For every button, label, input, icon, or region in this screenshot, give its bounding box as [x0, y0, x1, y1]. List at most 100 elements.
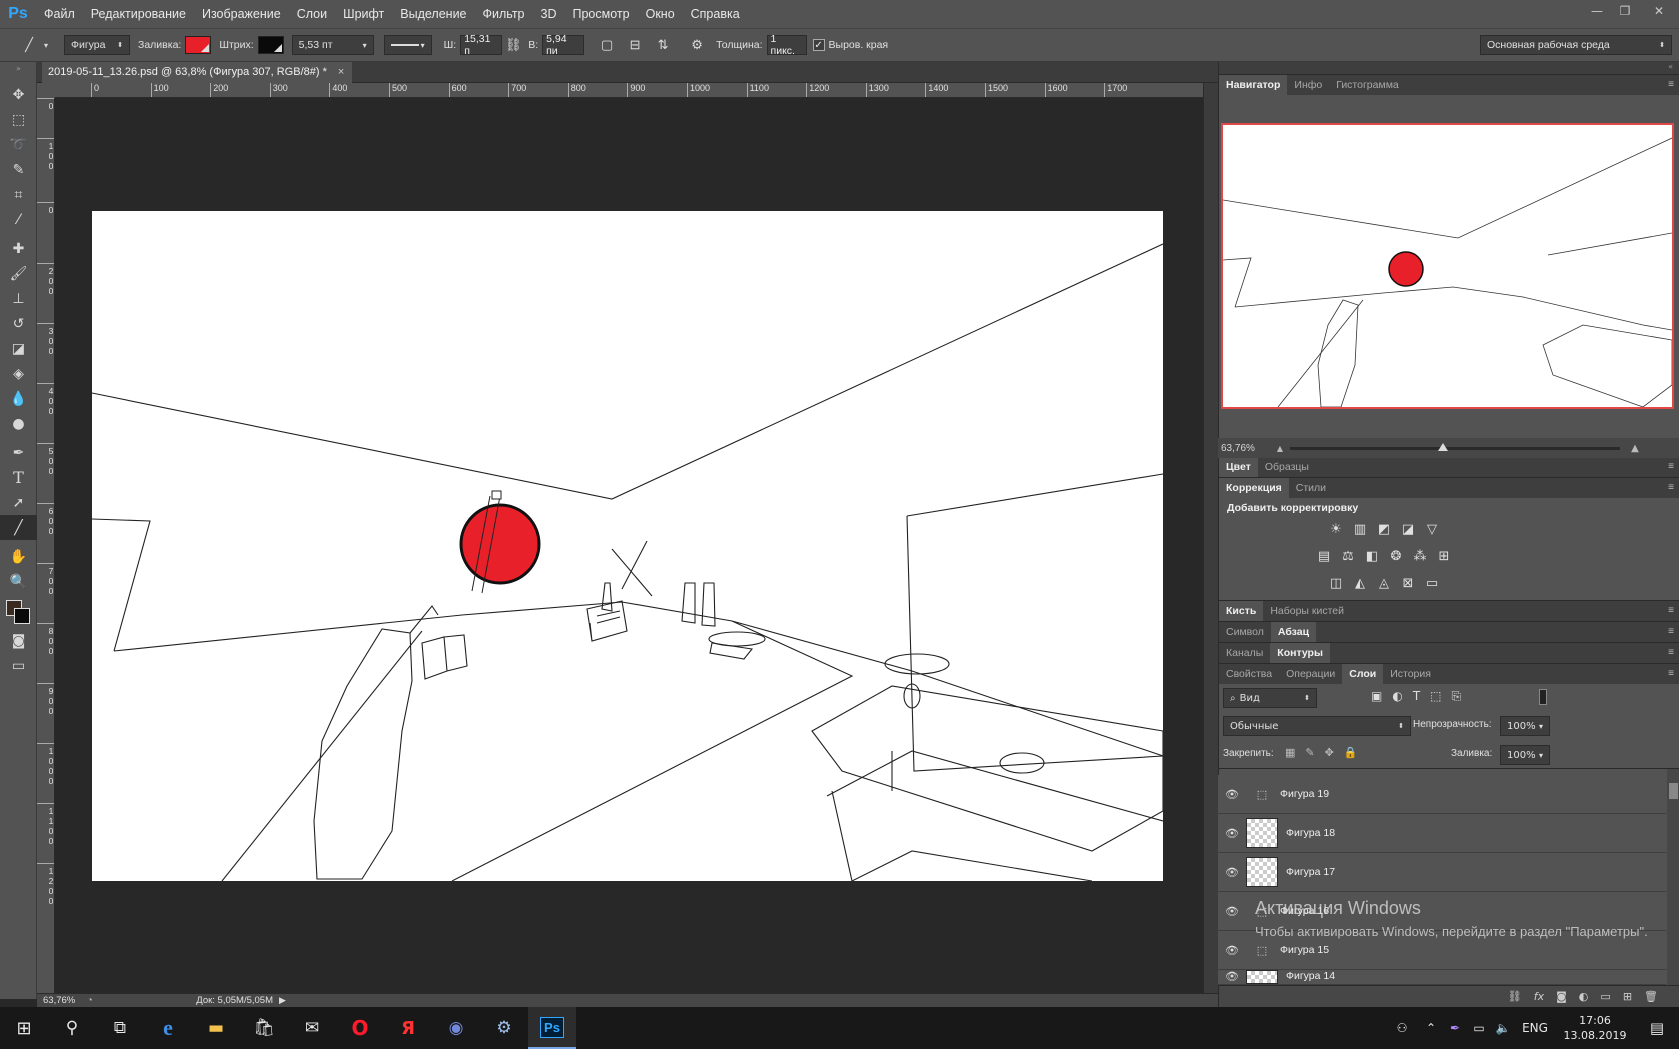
eye-icon[interactable]: 👁: [1218, 944, 1246, 957]
navigator-zoom-value[interactable]: 63,76%: [1218, 443, 1270, 454]
collapse-panels-icon[interactable]: «: [1219, 62, 1679, 74]
menu-layers[interactable]: Слои: [289, 0, 335, 28]
height-field[interactable]: 5,94 пи: [542, 33, 585, 57]
menu-type[interactable]: Шрифт: [335, 0, 392, 28]
tab-history[interactable]: История: [1383, 664, 1438, 684]
color-lookup-icon[interactable]: ⊞: [1435, 548, 1453, 564]
background-color-swatch[interactable]: [14, 608, 30, 624]
lasso-tool-icon[interactable]: ➰: [0, 132, 37, 157]
posterize-icon[interactable]: ◭: [1351, 575, 1369, 591]
hand-tool-icon[interactable]: ✋: [0, 544, 37, 569]
pen-tool-icon[interactable]: ✒: [0, 440, 37, 465]
threshold-icon[interactable]: ◬: [1375, 575, 1393, 591]
tab-info[interactable]: Инфо: [1287, 75, 1329, 95]
layer-row[interactable]: 👁 Фигура 18: [1218, 814, 1666, 853]
link-icon[interactable]: ⛓: [502, 34, 524, 56]
notifications-icon[interactable]: ▤: [1635, 1019, 1679, 1037]
history-brush-tool-icon[interactable]: ↺: [0, 311, 37, 336]
delete-layer-icon[interactable]: 🗑: [1644, 990, 1658, 1003]
file-explorer-icon[interactable]: ▬: [192, 1007, 240, 1049]
blur-tool-icon[interactable]: 💧: [0, 386, 37, 411]
path-operations-icon[interactable]: ▢: [596, 34, 618, 56]
invert-icon[interactable]: ◫: [1327, 575, 1345, 591]
vertical-scrollbar[interactable]: [1203, 83, 1218, 993]
gradient-map-icon[interactable]: ▭: [1423, 575, 1441, 591]
tab-character[interactable]: Символ: [1219, 622, 1271, 642]
zoom-in-icon[interactable]: ▲: [1620, 443, 1650, 454]
yandex-browser-icon[interactable]: Я: [384, 1007, 432, 1049]
lock-position-icon[interactable]: ✥: [1325, 746, 1334, 759]
menu-edit[interactable]: Редактирование: [83, 0, 194, 28]
line-tool-icon[interactable]: ╱: [0, 515, 37, 540]
channel-mixer-icon[interactable]: ⁂: [1411, 548, 1429, 564]
fill-swatch[interactable]: [185, 36, 212, 54]
store-icon[interactable]: 🛍: [240, 1007, 288, 1049]
paint-bucket-tool-icon[interactable]: ◈: [0, 361, 37, 386]
lock-pixels-icon[interactable]: ✎: [1305, 746, 1314, 759]
layer-row[interactable]: 👁 Фигура 14: [1218, 970, 1666, 985]
tab-paragraph[interactable]: Абзац: [1270, 622, 1317, 642]
menu-window[interactable]: Окно: [638, 0, 683, 28]
dodge-tool-icon[interactable]: ●: [0, 411, 37, 436]
tab-swatches[interactable]: Образцы: [1258, 457, 1316, 477]
brightness-icon[interactable]: ☀: [1327, 521, 1345, 537]
tab-histogram[interactable]: Гистограмма: [1329, 75, 1406, 95]
quick-mask-icon[interactable]: ◙: [0, 628, 37, 653]
vertical-ruler[interactable]: 0 100 0 200 300 400 500 600 700 800 900 1000 1100 120…: [37, 98, 55, 993]
gear-icon[interactable]: ⚙: [686, 34, 708, 56]
menu-3d[interactable]: 3D: [533, 0, 565, 28]
zoom-out-icon[interactable]: ▲: [1270, 444, 1290, 453]
steam-icon[interactable]: ⚙: [480, 1007, 528, 1049]
navigator-zoom-slider[interactable]: [1290, 442, 1620, 451]
menu-select[interactable]: Выделение: [392, 0, 474, 28]
panel-menu-icon[interactable]: ≡: [1668, 478, 1674, 498]
new-layer-icon[interactable]: ⊞: [1623, 990, 1632, 1003]
color-balance-icon[interactable]: ⚖: [1339, 548, 1357, 564]
zoom-slider-thumb[interactable]: [1438, 442, 1448, 451]
tool-preset-chevron-icon[interactable]: ▾: [40, 34, 52, 56]
type-tool-icon[interactable]: T: [0, 465, 37, 490]
panel-menu-icon[interactable]: ≡: [1668, 622, 1674, 642]
add-mask-icon[interactable]: ◙: [1556, 990, 1567, 1003]
canvas-area[interactable]: [55, 98, 1203, 993]
link-layers-icon[interactable]: ⛓: [1508, 990, 1522, 1003]
chevron-up-icon[interactable]: ⌃: [1419, 1021, 1443, 1035]
panel-menu-icon[interactable]: ≡: [1668, 664, 1674, 684]
path-arrangement-icon[interactable]: ⇅: [652, 34, 674, 56]
path-alignment-icon[interactable]: ⊟: [624, 34, 646, 56]
layer-filter-select[interactable]: ⌕ Вид ⬍: [1223, 688, 1317, 708]
zoom-tool-icon[interactable]: 🔍: [0, 569, 37, 594]
tab-channels[interactable]: Каналы: [1219, 643, 1270, 663]
language-indicator[interactable]: ENG: [1515, 1021, 1555, 1035]
volume-icon[interactable]: 🔈: [1491, 1021, 1515, 1035]
vibrance-icon[interactable]: ▽: [1423, 521, 1441, 537]
lock-transparency-icon[interactable]: ▦: [1285, 746, 1295, 759]
quick-select-tool-icon[interactable]: ✎: [0, 157, 37, 182]
tab-adjustments[interactable]: Коррекция: [1219, 478, 1289, 498]
people-icon[interactable]: ⚇: [1385, 1021, 1419, 1035]
panel-menu-icon[interactable]: ≡: [1668, 601, 1674, 621]
lock-all-icon[interactable]: 🔒: [1344, 746, 1358, 759]
image-filter-icon[interactable]: ▣: [1371, 689, 1382, 704]
clock[interactable]: 17:06 13.08.2019: [1555, 1013, 1635, 1043]
pen-tray-icon[interactable]: ✒: [1443, 1021, 1467, 1035]
restore-button[interactable]: ❐: [1611, 0, 1639, 22]
crop-tool-icon[interactable]: ⌗: [0, 182, 37, 207]
opera-browser-icon[interactable]: O: [336, 1007, 384, 1049]
document-tab[interactable]: 2019-05-11_13.26.psd @ 63,8% (Фигура 307…: [42, 62, 353, 83]
panel-menu-icon[interactable]: ≡: [1668, 457, 1674, 477]
eye-icon[interactable]: 👁: [1218, 905, 1246, 918]
artboard[interactable]: [92, 211, 1163, 881]
tab-brush[interactable]: Кисть: [1219, 601, 1264, 621]
menu-filter[interactable]: Фильтр: [475, 0, 533, 28]
menu-view[interactable]: Просмотр: [565, 0, 638, 28]
mail-icon[interactable]: ✉: [288, 1007, 336, 1049]
shape-mode-select[interactable]: Фигура ⬍: [64, 35, 130, 55]
layer-row[interactable]: 👁 Фигура 17: [1218, 853, 1666, 892]
menu-image[interactable]: Изображение: [194, 0, 289, 28]
navigator-preview[interactable]: [1221, 123, 1674, 409]
layer-style-icon[interactable]: fx: [1534, 990, 1544, 1003]
status-zoom[interactable]: 63,76%: [37, 995, 87, 1006]
tab-layers[interactable]: Слои: [1342, 664, 1384, 684]
healing-brush-tool-icon[interactable]: ✚: [0, 236, 37, 261]
